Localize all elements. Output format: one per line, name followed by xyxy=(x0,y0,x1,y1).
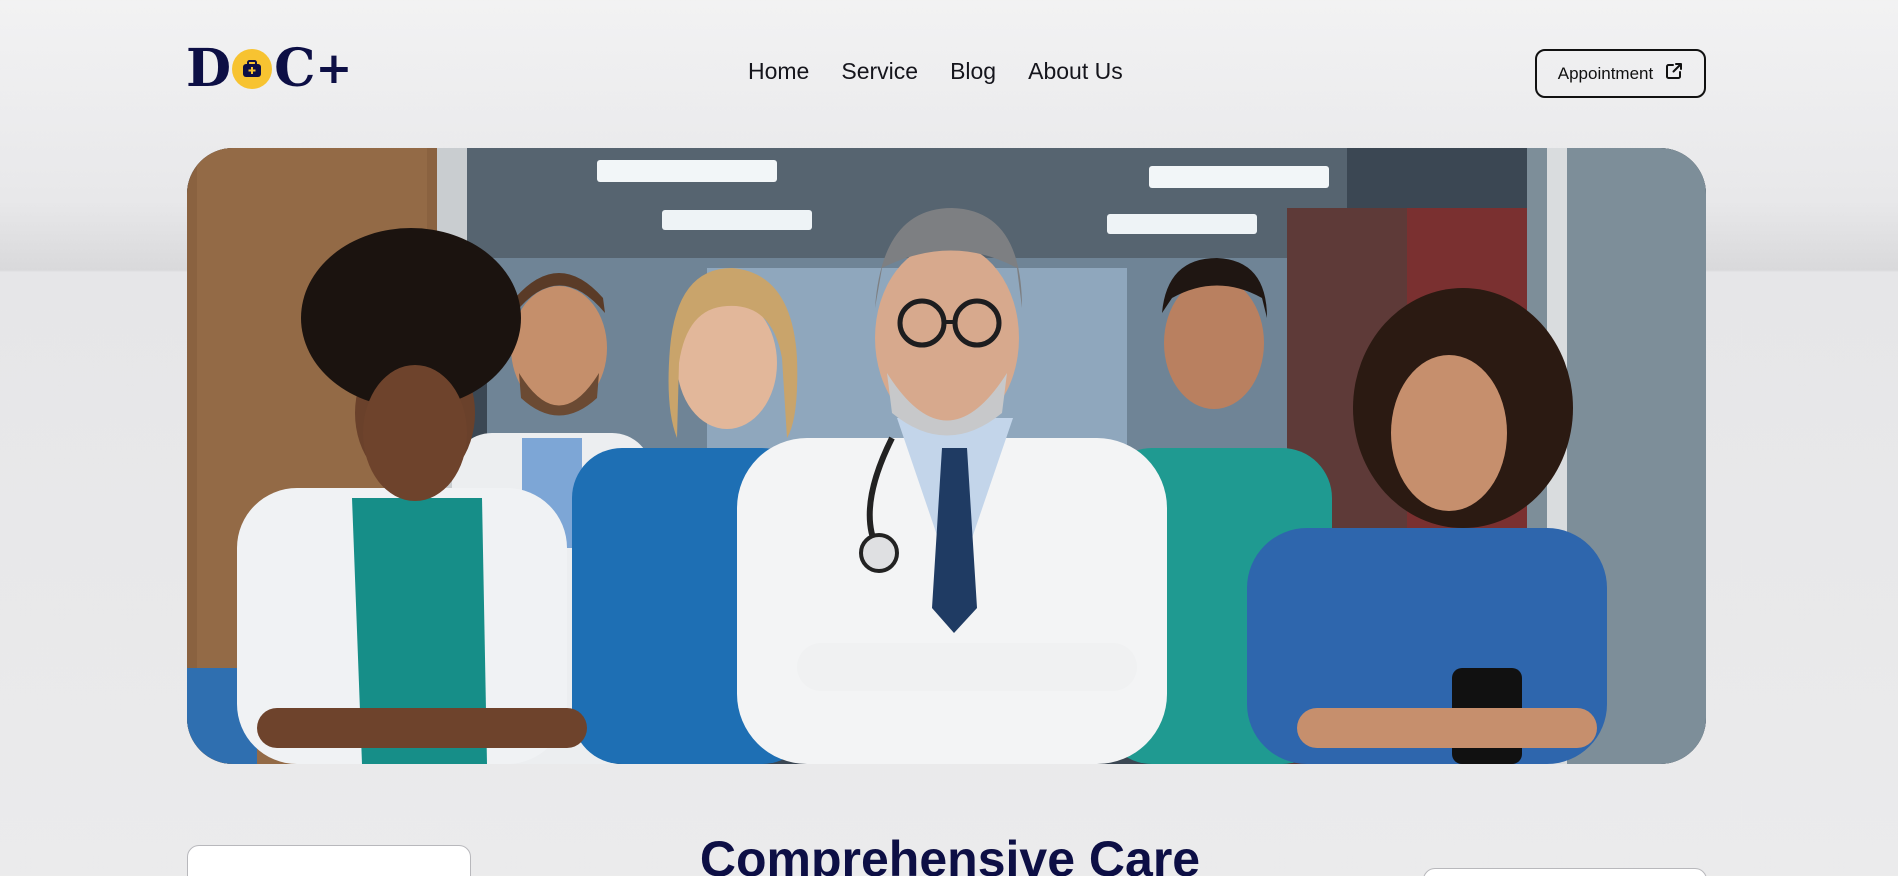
logo-plus: + xyxy=(315,43,352,94)
nav-blog[interactable]: Blog xyxy=(950,58,996,85)
logo-letter-c: C xyxy=(274,38,315,99)
external-link-icon xyxy=(1665,62,1683,85)
logo-letter-d: D xyxy=(186,38,231,99)
feature-card-right[interactable] xyxy=(1423,868,1707,876)
brand-logo[interactable]: D C + xyxy=(186,38,352,99)
main-nav: Home Service Blog About Us xyxy=(748,58,1123,85)
feature-card-left[interactable] xyxy=(187,845,471,876)
medical-bag-icon xyxy=(232,49,273,89)
appointment-label: Appointment xyxy=(1557,63,1654,83)
nav-home[interactable]: Home xyxy=(748,58,809,85)
site-header: D C + Home Service Blog About Us Appoint… xyxy=(0,0,1898,148)
section-title: Comprehensive Care xyxy=(699,831,1201,876)
nav-about-us[interactable]: About Us xyxy=(1028,58,1123,85)
appointment-button[interactable]: Appointment xyxy=(1535,49,1706,98)
nav-service[interactable]: Service xyxy=(841,58,918,85)
hero-image xyxy=(187,148,1706,764)
doctors-team-illustration xyxy=(187,148,1706,764)
